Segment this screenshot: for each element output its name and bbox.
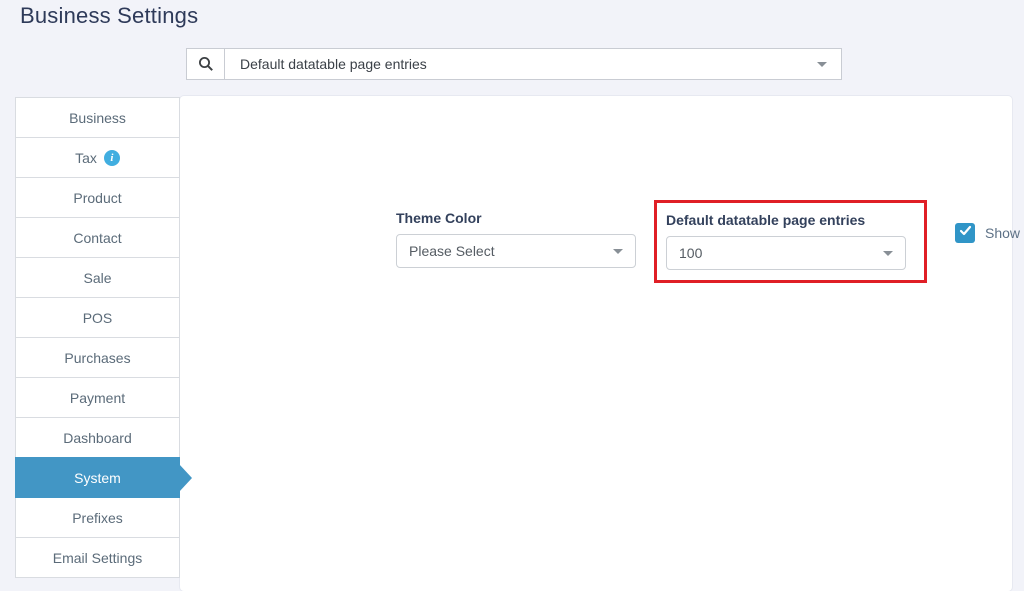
sidebar-item-pos[interactable]: POS	[15, 297, 180, 338]
show-help-checkbox[interactable]	[955, 223, 975, 243]
sidebar-item-label: Tax	[75, 150, 97, 166]
info-icon[interactable]: i	[104, 150, 120, 166]
sidebar-item-label: Business	[69, 110, 126, 126]
sidebar-item-prefixes[interactable]: Prefixes	[15, 497, 180, 538]
settings-search-select[interactable]: Default datatable page entries	[186, 48, 842, 80]
sidebar-item-label: Email Settings	[53, 550, 142, 566]
search-icon	[187, 49, 225, 79]
sidebar-item-label: Sale	[83, 270, 111, 286]
sidebar-item-purchases[interactable]: Purchases	[15, 337, 180, 378]
sidebar-item-label: Purchases	[64, 350, 130, 366]
chevron-down-icon	[613, 249, 623, 254]
sidebar-item-product[interactable]: Product	[15, 177, 180, 218]
theme-color-value: Please Select	[397, 243, 613, 259]
show-help-label[interactable]: Show help text	[985, 225, 1024, 241]
page-title: Business Settings	[20, 3, 198, 29]
sidebar-item-business[interactable]: Business	[15, 97, 180, 138]
sidebar-item-label: Prefixes	[72, 510, 123, 526]
datatable-entries-value: 100	[667, 245, 883, 261]
chevron-down-icon	[817, 62, 827, 67]
settings-sidebar: Business Taxi Product Contact Sale POS Purchas…	[15, 97, 180, 578]
sidebar-item-system[interactable]: System	[15, 457, 180, 498]
chevron-down-icon	[883, 251, 893, 256]
theme-color-select[interactable]: Please Select	[396, 234, 636, 268]
datatable-entries-label: Default datatable page entries	[666, 212, 865, 228]
business-settings-page: { "page": { "title": "Business Settings"…	[0, 0, 1024, 591]
sidebar-item-label: POS	[83, 310, 113, 326]
theme-color-label: Theme Color	[396, 210, 482, 226]
settings-content-panel: Theme Color Please Select Default datata…	[180, 96, 1012, 591]
sidebar-item-sale[interactable]: Sale	[15, 257, 180, 298]
sidebar-item-email-settings[interactable]: Email Settings	[15, 537, 180, 578]
sidebar-item-label: Payment	[70, 390, 125, 406]
sidebar-item-tax[interactable]: Taxi	[15, 137, 180, 178]
checkmark-icon	[959, 224, 972, 242]
datatable-entries-select[interactable]: 100	[666, 236, 906, 270]
show-help-row: Show help text	[955, 223, 1024, 243]
sidebar-item-label: Product	[73, 190, 121, 206]
highlight-rectangle: Default datatable page entries 100	[654, 200, 927, 283]
sidebar-item-payment[interactable]: Payment	[15, 377, 180, 418]
sidebar-item-label: Contact	[73, 230, 121, 246]
sidebar-item-label: Dashboard	[63, 430, 132, 446]
search-selected-value: Default datatable page entries	[225, 56, 817, 72]
sidebar-item-label: System	[74, 470, 121, 486]
sidebar-item-dashboard[interactable]: Dashboard	[15, 417, 180, 458]
active-tab-arrow-icon	[179, 464, 192, 492]
sidebar-item-contact[interactable]: Contact	[15, 217, 180, 258]
